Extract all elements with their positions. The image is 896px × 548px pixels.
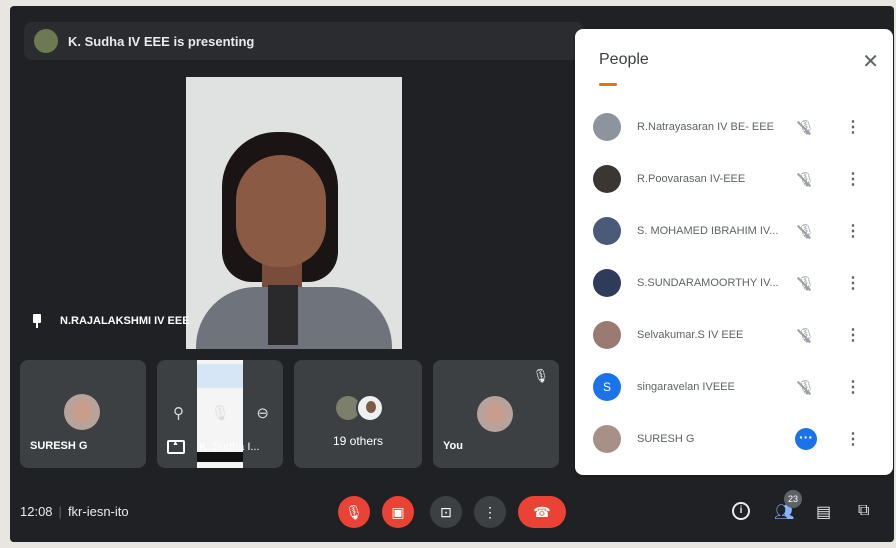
more-vert-icon[interactable]: ⋮ (845, 117, 861, 137)
mic-toggle-button[interactable]: 🎙︎ (338, 496, 370, 528)
present-screen-icon (167, 440, 185, 454)
presenter-avatar (34, 29, 58, 53)
present-icon: ⊡ (440, 503, 452, 520)
main-video[interactable] (186, 77, 402, 349)
others-count: 19 others (332, 434, 384, 448)
more-vert-icon[interactable]: ⋮ (845, 325, 861, 345)
tile-hover-controls: ⚲ 🎙︎ ⊖ (173, 404, 269, 422)
mic-off-icon: 🎙︎ (797, 326, 815, 343)
tile-name: You (443, 440, 463, 452)
more-options-button[interactable]: ⋮ (474, 496, 506, 528)
people-panel: People ✕ R.Natrayasaran IV BE- EEE 🎙︎ ⋮ … (575, 29, 893, 475)
participant-tile-presenter[interactable]: ⚲ 🎙︎ ⊖ K. Sudha I... (157, 360, 283, 468)
participant-tile-others[interactable]: 19 others (294, 360, 422, 468)
mic-off-icon: 🎙︎ (345, 503, 363, 520)
clock: 12:08 (20, 504, 53, 519)
list-item[interactable]: S singaravelan IVEEE 🎙︎ ⋮ (575, 361, 893, 413)
mic-off-icon: 🎙︎ (532, 368, 549, 383)
panel-title: People (599, 51, 649, 68)
participant-tile-suresh[interactable]: SURESH G (20, 360, 146, 468)
avatar: S (593, 373, 621, 401)
leave-call-button[interactable]: ☎ (518, 496, 566, 528)
participant-tile-you[interactable]: 🎙︎ You (433, 360, 559, 468)
avatar (593, 321, 621, 349)
close-icon[interactable]: ✕ (862, 49, 879, 74)
more-vert-icon[interactable]: ⋮ (845, 169, 861, 189)
more-vert-icon[interactable]: ⋮ (845, 429, 861, 449)
participant-count-badge: 23 (784, 490, 802, 508)
speaking-indicator-icon: ··· (795, 428, 817, 450)
pin-icon[interactable] (32, 314, 42, 328)
mic-off-icon: 🎙︎ (797, 118, 815, 135)
activities-icon[interactable]: ⧉ (858, 502, 869, 520)
list-item[interactable]: R.Poovarasan IV-EEE 🎙︎ ⋮ (575, 153, 893, 205)
list-item[interactable]: R.Natrayasaran IV BE- EEE 🎙︎ ⋮ (575, 101, 893, 153)
pin-icon[interactable]: ⚲ (173, 404, 184, 422)
tile-name: K. Sudha I... (199, 441, 260, 453)
presenting-banner: K. Sudha IV EEE is presenting (24, 22, 584, 60)
avatar (593, 113, 621, 141)
hang-up-icon: ☎ (533, 503, 551, 520)
avatar (593, 217, 621, 245)
avatar (593, 425, 621, 453)
tile-name: SURESH G (30, 440, 88, 452)
info-icon[interactable]: i (732, 502, 750, 520)
more-vert-icon: ⋮ (483, 503, 497, 520)
mic-icon[interactable]: 🎙︎ (211, 404, 230, 422)
avatar (356, 394, 384, 422)
list-item[interactable]: Selvakumar.S IV EEE 🎙︎ ⋮ (575, 309, 893, 361)
list-item[interactable]: SURESH G ··· ⋮ (575, 413, 893, 465)
more-vert-icon[interactable]: ⋮ (845, 273, 861, 293)
avatar (593, 165, 621, 193)
mic-off-icon: 🎙︎ (797, 274, 815, 291)
list-item[interactable]: S. MOHAMED IBRAHIM IV... 🎙︎ ⋮ (575, 205, 893, 257)
presenting-tile-label: K. Sudha I... (167, 440, 260, 454)
meeting-code: fkr-iesn-ito (67, 504, 129, 519)
more-vert-icon[interactable]: ⋮ (845, 221, 861, 241)
chat-icon[interactable]: ▤ (816, 502, 831, 522)
presenting-text: K. Sudha IV EEE is presenting (68, 33, 255, 49)
mic-off-icon: 🎙︎ (797, 170, 815, 187)
meeting-info: 12:08 | fkr-iesn-ito (20, 504, 129, 519)
pinned-participant-label: N.RAJALAKSHMI IV EEE (32, 314, 190, 328)
avatar (64, 394, 100, 430)
bottom-control-bar: 12:08 | fkr-iesn-ito 🎙︎ ▣ ⊡ ⋮ ☎ i 👥︎ 23 ▤ … (10, 476, 894, 542)
avatar (477, 396, 513, 432)
camera-toggle-button[interactable]: ▣ (382, 496, 414, 528)
participant-list: R.Natrayasaran IV BE- EEE 🎙︎ ⋮ R.Poovara… (575, 101, 893, 465)
mic-off-icon: 🎙︎ (797, 222, 815, 239)
camera-off-icon: ▣ (391, 503, 405, 520)
more-vert-icon[interactable]: ⋮ (845, 377, 861, 397)
pinned-participant-name: N.RAJALAKSHMI IV EEE (60, 315, 190, 327)
present-now-button[interactable]: ⊡ (430, 496, 462, 528)
avatar (593, 269, 621, 297)
remove-icon[interactable]: ⊖ (256, 404, 269, 422)
list-item[interactable]: S.SUNDARAMOORTHY IV... 🎙︎ ⋮ (575, 257, 893, 309)
mic-off-icon: 🎙︎ (797, 378, 815, 395)
